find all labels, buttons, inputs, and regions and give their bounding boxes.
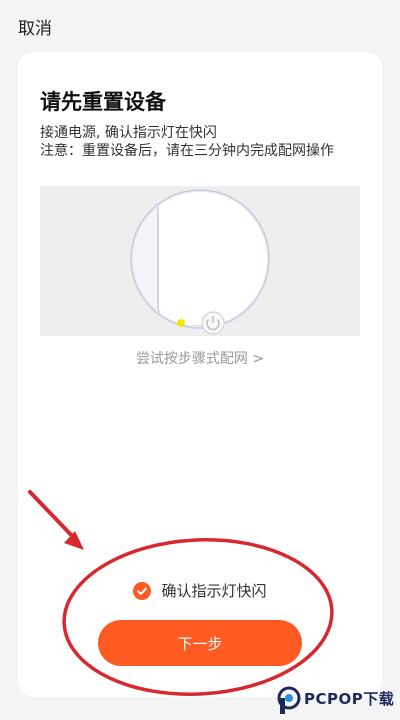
note-text: 注意：重置设备后，请在三分钟内完成配网操作: [40, 143, 334, 159]
check-circle-icon[interactable]: [133, 581, 152, 600]
power-icon: [201, 311, 225, 335]
device-illustration: [40, 186, 360, 336]
indicator-light: [177, 319, 185, 327]
next-step-button[interactable]: 下一步: [98, 620, 302, 666]
step-by-step-pairing-link[interactable]: 尝试按步骤式配网 >: [18, 348, 382, 368]
reset-device-card: 请先重置设备 接通电源, 确认指示灯在快闪 注意：重置设备后，请在三分钟内完成配…: [18, 52, 382, 697]
cancel-button[interactable]: 取消: [18, 14, 52, 39]
confirm-indicator-row[interactable]: 确认指示灯快闪: [18, 580, 382, 601]
instruction-text: 接通电源, 确认指示灯在快闪: [40, 125, 217, 141]
page-title: 请先重置设备: [40, 90, 166, 114]
top-bar: 取消: [0, 0, 400, 50]
watermark: PCPOP下载: [276, 686, 398, 716]
watermark-text: PCPOP下载: [304, 690, 395, 708]
device-image: [130, 189, 270, 335]
pcpop-logo-icon: [277, 686, 301, 714]
confirm-indicator-label: 确认指示灯快闪: [161, 582, 267, 600]
